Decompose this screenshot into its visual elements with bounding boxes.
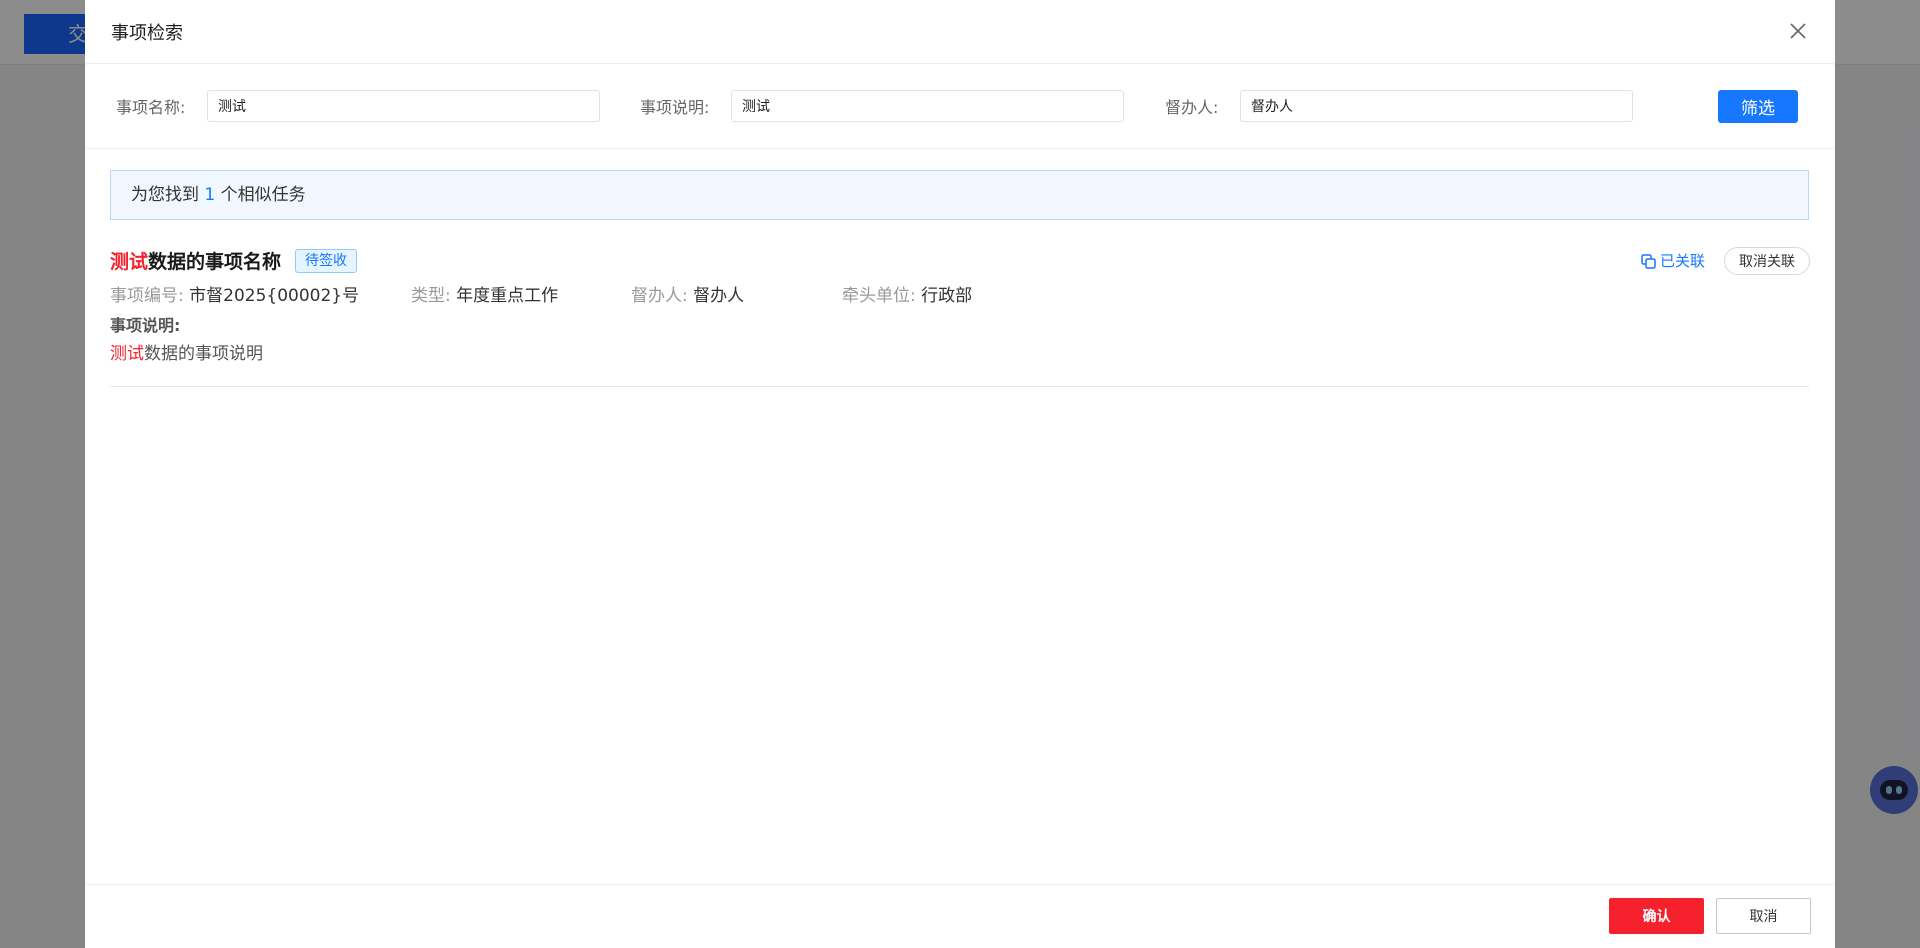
item-number-value: 市督2025{00002}号 [189, 286, 360, 306]
item-title-highlight: 测试 [110, 251, 149, 273]
banner-prefix: 为您找到 [131, 185, 199, 205]
modal-title: 事项检索 [111, 23, 183, 44]
item-type-label: 类型: [411, 286, 451, 306]
item-type-value: 年度重点工作 [456, 286, 559, 306]
status-badge: 待签收 [295, 249, 357, 273]
item-number: 事项编号: 市督2025{00002}号 [110, 281, 359, 306]
name-input[interactable] [207, 90, 600, 122]
item-supervisor-label: 督办人: [631, 286, 688, 306]
item-description-highlight: 测试 [110, 344, 144, 364]
item-supervisor-value: 督办人 [693, 286, 745, 306]
item-type: 类型: 年度重点工作 [411, 281, 558, 306]
item-number-label: 事项编号: [110, 286, 184, 306]
link-copy-icon [1641, 254, 1656, 269]
name-field-label: 事项名称: [116, 98, 186, 117]
item-supervisor: 督办人: 督办人 [631, 281, 744, 306]
banner-suffix: 个相似任务 [220, 185, 306, 205]
filter-bar: 事项名称: 事项说明: 督办人: 筛选 [85, 64, 1835, 149]
linked-label: 已关联 [1660, 252, 1706, 270]
item-title[interactable]: 测试数据的事项名称 [110, 247, 281, 274]
search-modal: 事项检索 事项名称: 事项说明: 督办人: 筛选 为您找到 1 个相似任务 测试… [85, 0, 1835, 948]
item-description-label: 事项说明: [110, 316, 181, 335]
modal-header: 事项检索 [85, 0, 1835, 64]
item-description-rest: 数据的事项说明 [144, 344, 263, 364]
result-count-banner: 为您找到 1 个相似任务 [110, 170, 1809, 220]
item-department-label: 牵头单位: [842, 286, 916, 306]
item-title-rest: 数据的事项名称 [148, 251, 282, 273]
close-icon[interactable] [1785, 18, 1811, 44]
filter-button[interactable]: 筛选 [1718, 90, 1798, 123]
description-input[interactable] [731, 90, 1124, 122]
cancel-button[interactable]: 取消 [1716, 898, 1811, 934]
result-item: 测试数据的事项名称 待签收 已关联 取消关联 事项编号: 市督2025{0000… [110, 234, 1810, 387]
result-count: 1 [204, 185, 216, 205]
linked-indicator[interactable]: 已关联 [1641, 250, 1705, 272]
description-field-label: 事项说明: [640, 98, 710, 117]
modal-footer: 确认 取消 [85, 884, 1835, 948]
supervisor-field-label: 督办人: [1165, 98, 1219, 117]
unlink-button[interactable]: 取消关联 [1724, 247, 1810, 275]
supervisor-input[interactable] [1240, 90, 1633, 122]
confirm-button[interactable]: 确认 [1609, 898, 1704, 934]
item-department-value: 行政部 [921, 286, 973, 306]
item-description: 测试数据的事项说明 [110, 339, 263, 364]
item-department: 牵头单位: 行政部 [842, 281, 972, 306]
